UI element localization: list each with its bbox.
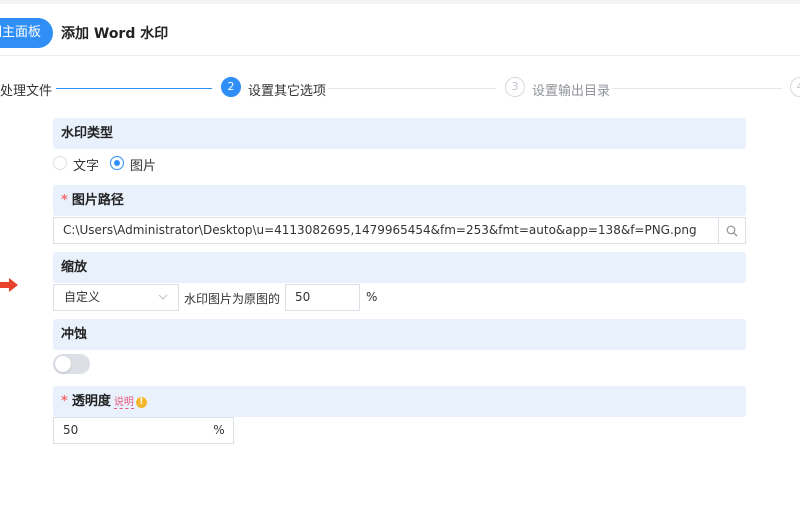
watermark-type-label: 水印类型 <box>61 126 114 141</box>
stepper: 处理文件 2 设置其它选项 3 设置输出目录 4 <box>0 76 800 100</box>
radio-text-label[interactable]: 文字 <box>73 155 99 174</box>
step-1-label: 处理文件 <box>0 84 53 99</box>
scale-label: 缩放 <box>61 260 88 275</box>
scale-header: 缩放 <box>53 252 746 283</box>
page: 回主面板 添加 Word 水印 处理文件 2 设置其它选项 3 设置输出目录 4… <box>0 0 800 506</box>
opacity-help-link[interactable]: 说明 <box>113 397 134 409</box>
erosion-header: 冲蚀 <box>53 319 746 350</box>
scale-mode-value: 自定义 <box>64 290 101 304</box>
opacity-input[interactable]: 50 <box>53 417 206 444</box>
step-2-label: 设置其它选项 <box>248 84 327 99</box>
image-path-input[interactable]: C:\Users\Administrator\Desktop\u=4113082… <box>53 217 746 244</box>
opacity-unit: % <box>205 417 234 444</box>
step-3-number: 3 <box>505 77 525 97</box>
header: 回主面板 添加 Word 水印 <box>0 4 800 56</box>
chevron-down-icon <box>158 294 168 300</box>
radio-image[interactable] <box>110 156 124 170</box>
radio-image-label[interactable]: 图片 <box>130 155 156 174</box>
back-to-main-button[interactable]: 回主面板 <box>0 18 53 48</box>
watermark-type-header: 水印类型 <box>53 118 746 149</box>
radio-text[interactable] <box>53 156 67 170</box>
toggle-knob <box>55 356 71 372</box>
opacity-header: * 透明度 说明! <box>53 386 746 417</box>
scale-percent-input[interactable]: 50 <box>285 284 360 311</box>
scale-mode-select[interactable]: 自定义 <box>53 284 179 311</box>
image-path-value: C:\Users\Administrator\Desktop\u=4113082… <box>63 223 697 237</box>
step-line-1 <box>56 88 212 89</box>
step-3-label: 设置输出目录 <box>532 84 611 99</box>
step-line-2 <box>328 88 496 89</box>
erosion-toggle[interactable] <box>53 354 90 374</box>
search-icon[interactable] <box>718 218 745 243</box>
scale-ratio-label: 水印图片为原图的 <box>184 292 281 306</box>
opacity-value: 50 <box>63 423 79 437</box>
arrow-pointer-icon <box>0 278 18 292</box>
step-2-number: 2 <box>221 77 241 97</box>
page-title: 添加 Word 水印 <box>61 26 169 42</box>
required-mark: * <box>61 193 68 208</box>
scale-unit: % <box>366 290 378 304</box>
image-path-header: * 图片路径 <box>53 185 746 216</box>
erosion-label: 冲蚀 <box>61 327 88 342</box>
image-path-label: 图片路径 <box>71 193 124 208</box>
help-icon[interactable]: ! <box>135 397 147 408</box>
scale-percent-value: 50 <box>295 290 311 304</box>
step-4-number: 4 <box>790 77 800 97</box>
required-mark: * <box>61 394 68 409</box>
opacity-label: 透明度 <box>71 394 111 409</box>
step-line-3 <box>612 88 782 89</box>
